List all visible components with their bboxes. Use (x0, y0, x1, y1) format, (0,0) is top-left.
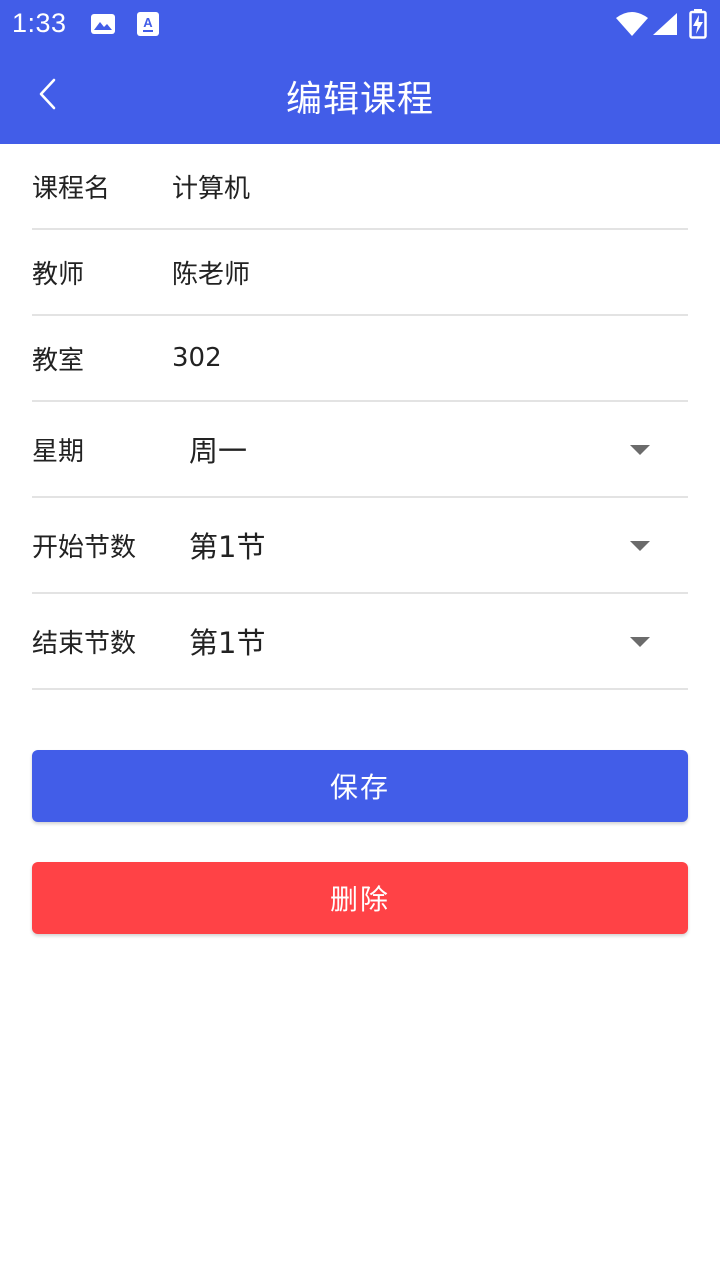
status-bar: 1:33 A (0, 0, 720, 50)
weekday-select[interactable]: 周一 (189, 428, 247, 470)
teacher-input[interactable]: 陈老师 (172, 254, 652, 291)
weekday-row: 星期 周一 (32, 402, 688, 498)
start-section-select[interactable]: 第1节 (189, 524, 265, 566)
accessibility-text-icon: A (136, 11, 160, 41)
course-form: 课程名 计算机 教师 陈老师 教室 302 星期 周一 开始节数 第1节 结束节… (32, 144, 688, 690)
dropdown-arrow-icon[interactable] (630, 445, 650, 455)
classroom-input[interactable]: 302 (172, 343, 652, 373)
svg-text:A: A (143, 15, 153, 30)
course-name-row: 课程名 计算机 (32, 144, 688, 230)
start-section-label: 开始节数 (32, 532, 137, 563)
end-section-select[interactable]: 第1节 (189, 620, 265, 662)
teacher-row: 教师 陈老师 (32, 230, 688, 316)
classroom-row: 教室 302 (32, 316, 688, 402)
page-title: 编辑课程 (285, 79, 434, 120)
start-section-row: 开始节数 第1节 (32, 498, 688, 594)
status-time: 1:33 (12, 8, 67, 38)
weekday-label: 星期 (32, 436, 85, 467)
save-button[interactable]: 保存 (32, 750, 688, 822)
app-bar: 1:33 A 编辑课程 (0, 0, 720, 144)
course-name-label: 课程名 (32, 173, 111, 204)
classroom-label: 教室 (32, 345, 85, 376)
delete-button[interactable]: 删除 (32, 862, 688, 934)
teacher-label: 教师 (32, 259, 85, 290)
course-name-input[interactable]: 计算机 (172, 168, 652, 205)
wifi-icon (615, 11, 649, 41)
dropdown-arrow-icon[interactable] (630, 541, 650, 551)
end-section-row: 结束节数 第1节 (32, 594, 688, 690)
signal-icon (652, 12, 678, 40)
end-section-label: 结束节数 (32, 628, 137, 659)
image-icon (90, 12, 116, 40)
battery-charging-icon (689, 9, 707, 43)
dropdown-arrow-icon[interactable] (630, 637, 650, 647)
